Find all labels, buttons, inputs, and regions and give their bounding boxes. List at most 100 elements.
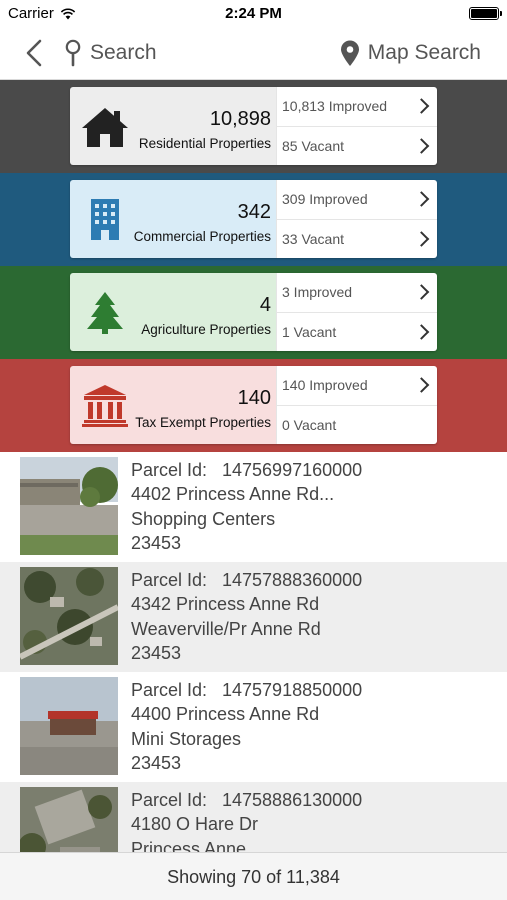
commercial-improved-row[interactable]: 309 Improved	[277, 180, 437, 219]
results-count-footer: Showing 70 of 11,384	[0, 852, 507, 900]
status-time: 2:24 PM	[225, 5, 282, 22]
search-button[interactable]: Search	[64, 37, 157, 69]
status-bar: Carrier 2:24 PM	[0, 0, 507, 28]
chevron-right-icon	[413, 98, 430, 115]
tax-exempt-improved-row[interactable]: 140 Improved	[277, 366, 437, 405]
category-label: Commercial Properties	[133, 229, 271, 244]
parcel-id-label: Parcel Id:	[131, 460, 208, 480]
improved-count: 10,813 Improved	[282, 98, 388, 115]
agriculture-total[interactable]: 4 Agriculture Properties	[70, 273, 276, 351]
parcel-id: 14758886130000	[222, 790, 363, 810]
parcel-address: 4180 O Hare Dr	[131, 814, 259, 835]
residential-vacant-row[interactable]: 85 Vacant	[277, 125, 437, 166]
tax-exempt-total[interactable]: 140 Tax Exempt Properties	[70, 366, 276, 444]
map-search-label: Map Search	[367, 41, 481, 64]
parcel-use: Shopping Centers	[131, 508, 276, 529]
search-pin-icon	[65, 39, 81, 67]
list-item[interactable]: Parcel Id: 14757918850000 4400 Princess A…	[0, 672, 507, 782]
vacant-count: 0 Vacant	[282, 416, 337, 433]
residential-card: 10,898 Residential Properties 10,813 Imp…	[70, 87, 437, 165]
residential-improved-row[interactable]: 10,813 Improved	[277, 87, 437, 126]
parcel-zip: 23453	[131, 532, 182, 553]
chevron-right-icon	[413, 284, 430, 301]
parcel-thumbnail	[20, 457, 118, 555]
map-pin-icon	[340, 40, 359, 66]
parcel-zip: 23453	[131, 752, 182, 773]
agriculture-band: 4 Agriculture Properties 3 Improved 1 Va…	[0, 266, 507, 359]
chevron-right-icon	[413, 137, 430, 154]
residential-total[interactable]: 10,898 Residential Properties	[70, 87, 276, 165]
vacant-count: 33 Vacant	[282, 230, 345, 247]
vacant-count: 85 Vacant	[282, 137, 345, 154]
parcel-id-label: Parcel Id:	[131, 790, 208, 810]
commercial-card: 342 Commercial Properties 309 Improved 3…	[70, 180, 437, 258]
house-icon	[82, 108, 128, 147]
parcel-details: Parcel Id: 14757918850000 4400 Princess A…	[131, 678, 362, 775]
list-item[interactable]: Parcel Id: 14758886130000 4180 O Hare Dr …	[0, 782, 507, 852]
agriculture-card: 4 Agriculture Properties 3 Improved 1 Va…	[70, 273, 437, 351]
category-count: 140	[237, 387, 271, 409]
commercial-total[interactable]: 342 Commercial Properties	[70, 180, 276, 258]
parcel-address: 4342 Princess Anne Rd	[131, 594, 320, 615]
parcel-thumbnail	[20, 787, 118, 852]
search-label: Search	[90, 41, 157, 64]
parcel-id: 14756997160000	[222, 460, 363, 480]
parcel-id-label: Parcel Id:	[131, 680, 208, 700]
parcel-zip: 23453	[131, 642, 182, 663]
improved-count: 140 Improved	[282, 377, 368, 394]
list-item[interactable]: Parcel Id: 14757888360000 4342 Princess A…	[0, 562, 507, 672]
commercial-breakdown: 309 Improved 33 Vacant	[276, 180, 437, 258]
category-label: Residential Properties	[138, 136, 271, 151]
category-count: 4	[259, 294, 271, 316]
parcel-thumbnail	[20, 567, 118, 665]
chevron-right-icon	[413, 323, 430, 340]
commercial-band: 342 Commercial Properties 309 Improved 3…	[0, 173, 507, 266]
residential-breakdown: 10,813 Improved 85 Vacant	[276, 87, 437, 165]
tax-exempt-breakdown: 140 Improved 0 Vacant	[276, 366, 437, 444]
category-summary: 10,898 Residential Properties 10,813 Imp…	[0, 80, 507, 452]
parcel-id-line: Parcel Id: 14756997160000	[131, 458, 362, 482]
tax-exempt-band: 140 Tax Exempt Properties 140 Improved 0…	[0, 359, 507, 452]
residential-band: 10,898 Residential Properties 10,813 Imp…	[0, 80, 507, 173]
pine-tree-icon	[87, 292, 123, 334]
parcel-id: 14757888360000	[222, 570, 363, 590]
improved-count: 309 Improved	[282, 191, 368, 208]
agriculture-breakdown: 3 Improved 1 Vacant	[276, 273, 437, 351]
bank-columns-icon	[82, 385, 128, 427]
list-item[interactable]: Parcel Id: 14756997160000 4402 Princess A…	[0, 452, 507, 562]
category-count: 342	[237, 201, 271, 223]
parcel-list[interactable]: Parcel Id: 14756997160000 4402 Princess A…	[0, 452, 507, 852]
chevron-right-icon	[413, 230, 430, 247]
chevron-right-icon	[413, 377, 430, 394]
chevron-right-icon	[413, 191, 430, 208]
agriculture-improved-row[interactable]: 3 Improved	[277, 273, 437, 312]
vacant-count: 1 Vacant	[282, 323, 337, 340]
office-building-icon	[91, 199, 119, 240]
parcel-id-label: Parcel Id:	[131, 570, 208, 590]
category-label: Tax Exempt Properties	[135, 415, 271, 430]
parcel-details: Parcel Id: 14758886130000 4180 O Hare Dr …	[131, 788, 362, 852]
map-search-button[interactable]: Map Search	[340, 37, 481, 69]
agriculture-vacant-row[interactable]: 1 Vacant	[277, 311, 437, 352]
parcel-id-line: Parcel Id: 14757888360000	[131, 568, 362, 592]
parcel-details: Parcel Id: 14756997160000 4402 Princess A…	[131, 458, 362, 555]
parcel-id: 14757918850000	[222, 680, 363, 700]
parcel-use: Mini Storages	[131, 728, 242, 749]
parcel-id-line: Parcel Id: 14758886130000	[131, 788, 362, 812]
back-button[interactable]	[22, 38, 48, 68]
battery-icon	[469, 7, 502, 20]
parcel-thumbnail	[20, 677, 118, 775]
commercial-vacant-row[interactable]: 33 Vacant	[277, 218, 437, 259]
parcel-address: 4402 Princess Anne Rd...	[131, 484, 335, 505]
parcel-id-line: Parcel Id: 14757918850000	[131, 678, 362, 702]
nav-bar: Search Map Search	[0, 28, 507, 80]
category-label: Agriculture Properties	[141, 322, 271, 337]
parcel-details: Parcel Id: 14757888360000 4342 Princess A…	[131, 568, 362, 665]
improved-count: 3 Improved	[282, 284, 353, 301]
parcel-address: 4400 Princess Anne Rd	[131, 704, 320, 725]
parcel-use: Weaverville/Pr Anne Rd	[131, 618, 321, 639]
category-count: 10,898	[209, 108, 271, 130]
tax-exempt-vacant-row: 0 Vacant	[277, 404, 437, 445]
tax-exempt-card: 140 Tax Exempt Properties 140 Improved 0…	[70, 366, 437, 444]
parcel-use: Princess Anne	[131, 838, 247, 852]
